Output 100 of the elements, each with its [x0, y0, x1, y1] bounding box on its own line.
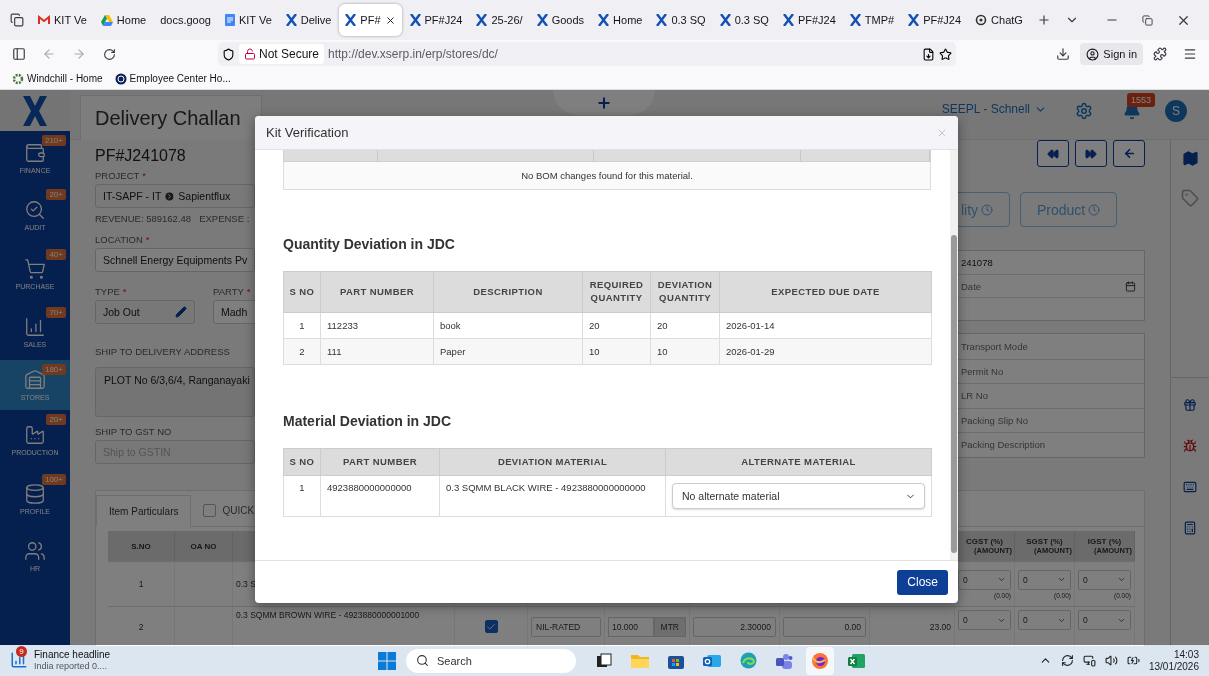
- calendar-icon[interactable]: [1125, 280, 1136, 292]
- keyboard-icon[interactable]: [1183, 480, 1197, 494]
- browser-tab[interactable]: 0.3 SQ: [650, 4, 712, 36]
- tab-title: Home: [613, 14, 643, 26]
- star-icon[interactable]: [939, 47, 953, 61]
- menu-icon[interactable]: [1183, 47, 1197, 61]
- discount-input[interactable]: 0.00: [783, 616, 866, 637]
- x-logo-icon: [285, 14, 297, 26]
- browser-tab[interactable]: Goods: [530, 4, 591, 36]
- restore-icon[interactable]: [1142, 14, 1154, 26]
- browser-tab[interactable]: PF#J24: [902, 4, 968, 36]
- tax-rate-select[interactable]: 0: [958, 610, 1011, 630]
- browser-tab[interactable]: 0.3 SQ: [713, 4, 775, 36]
- security-indicator[interactable]: Not Secure: [239, 44, 325, 64]
- map-icon[interactable]: [1181, 150, 1199, 167]
- download-page-icon[interactable]: [922, 47, 936, 61]
- company-dropdown[interactable]: SEEPL - Schnell: [941, 102, 1047, 116]
- news-widget[interactable]: 9 Finance headline India reported 0....: [10, 649, 370, 672]
- column-header: EXPECTED DUE DATE: [719, 271, 932, 313]
- tab-list-icon[interactable]: [10, 13, 24, 27]
- checkbox[interactable]: [484, 620, 498, 633]
- new-tab-icon[interactable]: [1036, 13, 1051, 27]
- required-mark: *: [142, 170, 147, 181]
- type-field[interactable]: Job Out: [95, 300, 195, 324]
- first-record-button[interactable]: [1037, 140, 1069, 167]
- triangle-icon: [100, 14, 113, 26]
- download-icon[interactable]: [1056, 47, 1071, 61]
- windows-logo-icon[interactable]: [378, 651, 396, 670]
- browser-tab[interactable]: TMP#: [843, 4, 901, 36]
- battery-icon[interactable]: [1126, 654, 1140, 667]
- x-logo-icon[interactable]: [21, 95, 49, 126]
- field-label: PROJECT: [95, 170, 140, 181]
- rate-input[interactable]: 2.30000: [693, 616, 776, 637]
- browser-tab[interactable]: PF#J24: [403, 4, 469, 36]
- table-cell: 112233: [320, 312, 434, 339]
- project-field[interactable]: IT-SAPF - IT Sapientflux: [95, 184, 255, 208]
- bookmark[interactable]: Employee Center Ho...: [114, 72, 231, 85]
- alternate-material-select[interactable]: No alternate material: [672, 483, 925, 509]
- checkbox[interactable]: [203, 503, 217, 517]
- extensions-icon[interactable]: [1153, 47, 1167, 61]
- fast-forward-icon: [1085, 147, 1097, 160]
- taskbar-search[interactable]: Search: [406, 648, 576, 673]
- windows-icon: [596, 652, 612, 669]
- sign-in-button[interactable]: Sign in: [1080, 43, 1143, 65]
- browser-tab[interactable]: PF#: [339, 4, 402, 36]
- close-button[interactable]: Close: [897, 569, 948, 595]
- news-title: Finance headline: [34, 649, 111, 662]
- browser-tab[interactable]: Home: [94, 4, 153, 36]
- user-avatar[interactable]: S: [1165, 100, 1187, 122]
- next-record-button[interactable]: [1075, 140, 1107, 167]
- plus-icon: [596, 94, 612, 111]
- browser-tab[interactable]: ChatG: [969, 4, 1029, 36]
- clock[interactable]: 14:03 13/01/2026: [1148, 648, 1199, 673]
- pencil-icon[interactable]: [175, 306, 187, 318]
- table-cell: Paper: [433, 338, 583, 365]
- taskbar-app[interactable]: [806, 646, 834, 675]
- url-text: http://dev.xserp.in/erp/stores/dc/: [328, 47, 499, 61]
- sync-icon[interactable]: [1060, 654, 1074, 667]
- browser-tab[interactable]: KIT Ve: [32, 4, 93, 36]
- bug-icon[interactable]: [1183, 439, 1197, 453]
- factory-icon: [24, 424, 46, 446]
- tax-rate-select[interactable]: 0: [1018, 569, 1071, 590]
- tax-rate-select[interactable]: 0: [1078, 610, 1131, 630]
- section-heading: Quantity Deviation in JDC: [283, 236, 456, 252]
- devices-icon[interactable]: [1082, 654, 1096, 667]
- browser-tab[interactable]: Delive: [279, 4, 338, 36]
- back-button[interactable]: [1113, 140, 1145, 167]
- gift-icon[interactable]: [1183, 398, 1197, 412]
- speaker-icon[interactable]: [1104, 654, 1118, 667]
- tab-title: Delive: [300, 14, 332, 26]
- database-icon: [24, 482, 46, 505]
- reload-icon[interactable]: [102, 47, 116, 61]
- browser-tab[interactable]: KIT Ve: [218, 4, 278, 36]
- tax-rate-select[interactable]: 0: [1078, 569, 1131, 590]
- address-bar[interactable]: Not Secure http://dev.xserp.in/erp/stores/dc/: [218, 42, 957, 66]
- tab-title: 25-26/: [491, 14, 523, 26]
- section-tab[interactable]: Item Particulars: [96, 495, 192, 527]
- address-textarea[interactable]: PLOT No 6/3,6/4, Ranganayaki: [95, 367, 255, 417]
- shield-icon[interactable]: [222, 47, 235, 61]
- sidebar-icon[interactable]: [12, 47, 26, 61]
- settings-icon[interactable]: [1075, 102, 1093, 120]
- field-label: SHIP TO DELIVERY ADDRESS: [95, 346, 230, 357]
- scrollbar[interactable]: [950, 150, 958, 560]
- tax-rate-select[interactable]: 0: [1018, 610, 1071, 630]
- table-cell: 1: [283, 312, 321, 339]
- location-field[interactable]: Schnell Energy Equipments Pv: [95, 248, 255, 272]
- tax-type-field[interactable]: NIL-RATED: [531, 616, 601, 637]
- column-header: OA NO: [175, 531, 233, 561]
- browser-tab[interactable]: PF#J24: [776, 4, 842, 36]
- bookmark[interactable]: Windchill - Home: [12, 72, 103, 85]
- browser-tab[interactable]: Home: [592, 4, 649, 36]
- calculator-icon[interactable]: [1183, 521, 1197, 535]
- close-icon[interactable]: [384, 14, 396, 26]
- column-header: REQUIRED QUANTITY: [582, 271, 651, 313]
- browser-tab[interactable]: docs.goog: [154, 4, 217, 36]
- browser-tab[interactable]: 25-26/: [470, 4, 529, 36]
- folder-icon: [631, 653, 649, 668]
- tax-rate-select[interactable]: 0: [958, 569, 1011, 590]
- table-cell: [175, 561, 233, 606]
- quantity-input[interactable]: 10.000: [608, 616, 654, 637]
